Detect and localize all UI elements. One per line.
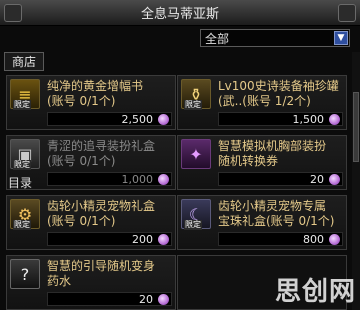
cera-coin-icon <box>158 114 169 125</box>
item-price: 20 <box>310 172 324 186</box>
item-price: 1,000 <box>121 172 154 186</box>
titlebar-right-ornament <box>338 4 356 22</box>
price-box: 800 <box>218 232 343 246</box>
shop-item-card[interactable]: ⚙ 限定 齿轮小精灵宠物礼盒 (账号 0/1个) 200 <box>6 195 176 250</box>
item-name: 智慧模拟机胸部装扮 随机转换券 <box>218 139 327 168</box>
cera-coin-icon <box>158 294 169 305</box>
category-filter-value: 全部 <box>205 31 230 46</box>
watermark-logo: 思创网 <box>274 277 356 307</box>
ticket-icon: ✦ <box>181 139 211 169</box>
price-box: 2,500 <box>47 112 172 126</box>
item-name: 纯净的黄金增幅书 (账号 0/1个) <box>47 79 144 108</box>
shop-item-card[interactable]: ≡ 限定 纯净的黄金增幅书 (账号 0/1个) 2,500 <box>6 75 176 130</box>
price-box: 200 <box>47 232 172 246</box>
cera-coin-icon <box>158 234 169 245</box>
price-box: 20 <box>218 172 343 186</box>
price-box: 1,500 <box>218 112 343 126</box>
dropdown-arrow-icon[interactable]: ▼ <box>334 31 348 45</box>
item-name: 智慧的引导随机变身 药水 <box>47 259 156 288</box>
price-box: 20 <box>47 292 172 306</box>
cera-coin-icon <box>158 174 169 185</box>
item-price: 200 <box>132 232 153 246</box>
limited-badge: 限定 <box>13 220 31 230</box>
limited-badge: 限定 <box>184 100 202 110</box>
item-name: 齿轮小精灵宠物专属 宝珠礼盒(账号 0/1个) <box>218 199 335 228</box>
shop-item-card[interactable]: ☾ 限定 齿轮小精灵宠物专属 宝珠礼盒(账号 0/1个) 800 <box>177 195 347 250</box>
question-icon: ? <box>10 259 40 289</box>
item-name: Lv100史诗装备袖珍罐 (武..(账号 1/2个) <box>218 79 339 108</box>
limited-badge: 限定 <box>13 160 31 170</box>
scrollbar-thumb[interactable] <box>353 92 359 162</box>
cera-coin-icon <box>329 114 340 125</box>
catalog-label[interactable]: 目录 <box>8 174 32 191</box>
item-price: 2,500 <box>121 112 154 126</box>
shop-item-card[interactable]: ? 智慧的引导随机变身 药水 20 <box>6 255 176 310</box>
cera-coin-icon <box>329 174 340 185</box>
window-title: 全息马蒂亚斯 <box>140 7 219 22</box>
limited-badge: 限定 <box>13 100 31 110</box>
price-box: 1,000 <box>47 172 172 186</box>
window-titlebar[interactable]: 全息马蒂亚斯 <box>0 0 360 26</box>
tab-shop[interactable]: 商店 <box>4 52 44 71</box>
titlebar-left-ornament <box>4 4 22 22</box>
shop-item-card[interactable]: ✦ 智慧模拟机胸部装扮 随机转换券 20 <box>177 135 347 190</box>
item-name: 齿轮小精灵宠物礼盒 (账号 0/1个) <box>47 199 156 228</box>
cera-coin-icon <box>329 234 340 245</box>
item-price: 1,500 <box>292 112 325 126</box>
limited-badge: 限定 <box>184 220 202 230</box>
item-price: 800 <box>303 232 324 246</box>
category-filter-select[interactable]: 全部 ▼ <box>200 29 350 47</box>
shop-item-card[interactable]: ⚱ 限定 Lv100史诗装备袖珍罐 (武..(账号 1/2个) 1,500 <box>177 75 347 130</box>
item-name: 青涩的追寻装扮礼盒 (账号 0/1个) <box>47 139 156 168</box>
item-price: 20 <box>139 292 153 306</box>
